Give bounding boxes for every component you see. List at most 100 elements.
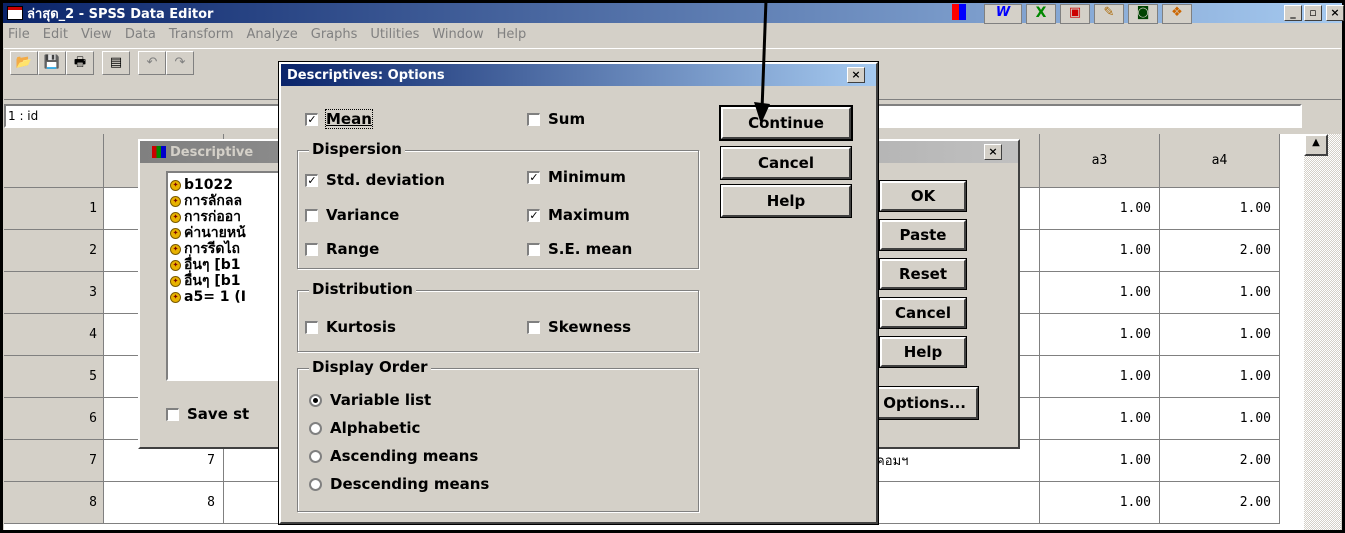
kurtosis-option[interactable]: Kurtosis: [305, 318, 396, 336]
dialog-recall-icon[interactable]: ▤: [102, 51, 130, 75]
variable-item[interactable]: ✦ อื่นๆ [b1: [170, 257, 288, 273]
variable-item[interactable]: ✦ การรีดไถ: [170, 241, 288, 257]
row-header[interactable]: 7: [4, 440, 104, 482]
sum-option[interactable]: Sum: [527, 110, 585, 128]
variance-checkbox[interactable]: [305, 208, 318, 222]
display-order-radio[interactable]: [309, 393, 322, 407]
row-header[interactable]: 3: [4, 272, 104, 314]
grid-cell[interactable]: 1.00: [1040, 356, 1160, 398]
std-deviation-option[interactable]: ✓ Std. deviation: [305, 171, 445, 189]
menu-window[interactable]: Window: [432, 27, 483, 42]
grid-cell[interactable]: 1.00: [1160, 188, 1280, 230]
display-order-radio[interactable]: [309, 421, 322, 435]
minimum-option[interactable]: ✓ Minimum: [527, 168, 626, 186]
grid-corner[interactable]: [4, 134, 104, 188]
save-standardized-checkbox[interactable]: [166, 407, 179, 421]
display-order-radio[interactable]: [309, 477, 322, 491]
skewness-option[interactable]: Skewness: [527, 318, 631, 336]
std-deviation-checkbox[interactable]: ✓: [305, 173, 318, 187]
maximum-option[interactable]: ✓ Maximum: [527, 206, 630, 224]
open-folder-icon[interactable]: 📂: [10, 51, 38, 75]
column-header[interactable]: a4: [1160, 134, 1280, 188]
se-mean-checkbox[interactable]: [527, 242, 540, 256]
mean-checkbox[interactable]: ✓: [305, 112, 318, 126]
tools-icon[interactable]: ✎: [1094, 4, 1124, 24]
variable-item[interactable]: ✦ การก่ออา: [170, 209, 288, 225]
minimize-button[interactable]: _: [1284, 5, 1302, 21]
variable-list[interactable]: ✦ b1022 ✦ การลักลล ✦ การก่ออา ✦ ค่านายหน้ ✦ การรี…: [166, 171, 292, 381]
variable-item[interactable]: ✦ a5= 1 (I: [170, 289, 288, 305]
help-button[interactable]: Help: [879, 336, 967, 368]
grid-cell[interactable]: 1.00: [1040, 188, 1160, 230]
display-order-option[interactable]: Variable list: [309, 386, 489, 414]
grid-cell[interactable]: 2.00: [1160, 482, 1280, 524]
save-standardized-option[interactable]: Save st: [166, 405, 249, 423]
cancel-button[interactable]: Cancel: [879, 297, 967, 329]
redo-icon[interactable]: ↷: [166, 51, 194, 75]
descriptives-close-button[interactable]: ×: [984, 144, 1002, 160]
grid-cell[interactable]: 1.00: [1160, 356, 1280, 398]
grid-cell[interactable]: 1.00: [1040, 272, 1160, 314]
display-order-option[interactable]: Descending means: [309, 470, 489, 498]
word-icon[interactable]: W: [984, 4, 1022, 24]
menu-graphs[interactable]: Graphs: [311, 27, 358, 42]
row-header[interactable]: 6: [4, 398, 104, 440]
continue-button[interactable]: Continue: [719, 105, 853, 141]
excel-icon[interactable]: X: [1026, 4, 1056, 24]
gallery-icon[interactable]: ❖: [1162, 4, 1192, 24]
range-checkbox[interactable]: [305, 242, 318, 256]
grid-cell[interactable]: 1.00: [1160, 398, 1280, 440]
variable-item[interactable]: ✦ ค่านายหน้: [170, 225, 288, 241]
grid-cell[interactable]: 8: [104, 482, 224, 524]
powerpoint-icon[interactable]: ▣: [1060, 4, 1090, 24]
options-close-button[interactable]: ×: [847, 67, 865, 83]
grid-cell[interactable]: 1.00: [1040, 398, 1160, 440]
options-help-button[interactable]: Help: [720, 184, 852, 218]
menu-view[interactable]: View: [81, 27, 112, 42]
display-order-radio[interactable]: [309, 449, 322, 463]
scroll-up-button[interactable]: ▲: [1304, 134, 1328, 156]
row-header[interactable]: 8: [4, 482, 104, 524]
variable-item[interactable]: ✦ การลักลล: [170, 193, 288, 209]
menu-file[interactable]: File: [8, 27, 30, 42]
display-order-option[interactable]: Ascending means: [309, 442, 489, 470]
options-title-bar[interactable]: Descriptives: Options: [281, 64, 876, 86]
grid-cell[interactable]: 1.00: [1160, 272, 1280, 314]
menu-transform[interactable]: Transform: [169, 27, 234, 42]
grid-cell[interactable]: 1.00: [1160, 314, 1280, 356]
mean-option[interactable]: ✓ Mean: [305, 109, 373, 129]
close-button[interactable]: ×: [1326, 5, 1344, 21]
grid-cell[interactable]: 1.00: [1040, 314, 1160, 356]
variance-option[interactable]: Variance: [305, 206, 399, 224]
row-header[interactable]: 2: [4, 230, 104, 272]
kurtosis-checkbox[interactable]: [305, 320, 318, 334]
save-icon[interactable]: 💾: [38, 51, 66, 75]
paste-button[interactable]: Paste: [879, 219, 967, 251]
grid-cell[interactable]: 2.00: [1160, 230, 1280, 272]
grid-cell[interactable]: 1.00: [1040, 440, 1160, 482]
maximum-checkbox[interactable]: ✓: [527, 208, 540, 222]
vertical-scrollbar[interactable]: ▲: [1304, 134, 1341, 530]
se-mean-option[interactable]: S.E. mean: [527, 240, 632, 258]
row-header[interactable]: 4: [4, 314, 104, 356]
reset-button[interactable]: Reset: [879, 258, 967, 290]
chart-icon[interactable]: ◙: [1128, 4, 1158, 24]
options-cancel-button[interactable]: Cancel: [720, 146, 852, 180]
minimum-checkbox[interactable]: ✓: [527, 170, 540, 184]
column-header[interactable]: a3: [1040, 134, 1160, 188]
skewness-checkbox[interactable]: [527, 320, 540, 334]
ok-button[interactable]: OK: [879, 180, 967, 212]
grid-cell[interactable]: 1.00: [1040, 482, 1160, 524]
display-order-option[interactable]: Alphabetic: [309, 414, 489, 442]
spss-icon[interactable]: [952, 4, 966, 20]
maximize-button[interactable]: ▫: [1304, 5, 1322, 21]
undo-icon[interactable]: ↶: [138, 51, 166, 75]
menu-help[interactable]: Help: [497, 27, 527, 42]
grid-cell[interactable]: 1.00: [1040, 230, 1160, 272]
grid-cell[interactable]: 2.00: [1160, 440, 1280, 482]
menu-analyze[interactable]: Analyze: [247, 27, 298, 42]
print-icon[interactable]: 🖶: [66, 51, 94, 75]
row-header[interactable]: 5: [4, 356, 104, 398]
row-header[interactable]: 1: [4, 188, 104, 230]
variable-item[interactable]: ✦ อื่นๆ [b1: [170, 273, 288, 289]
